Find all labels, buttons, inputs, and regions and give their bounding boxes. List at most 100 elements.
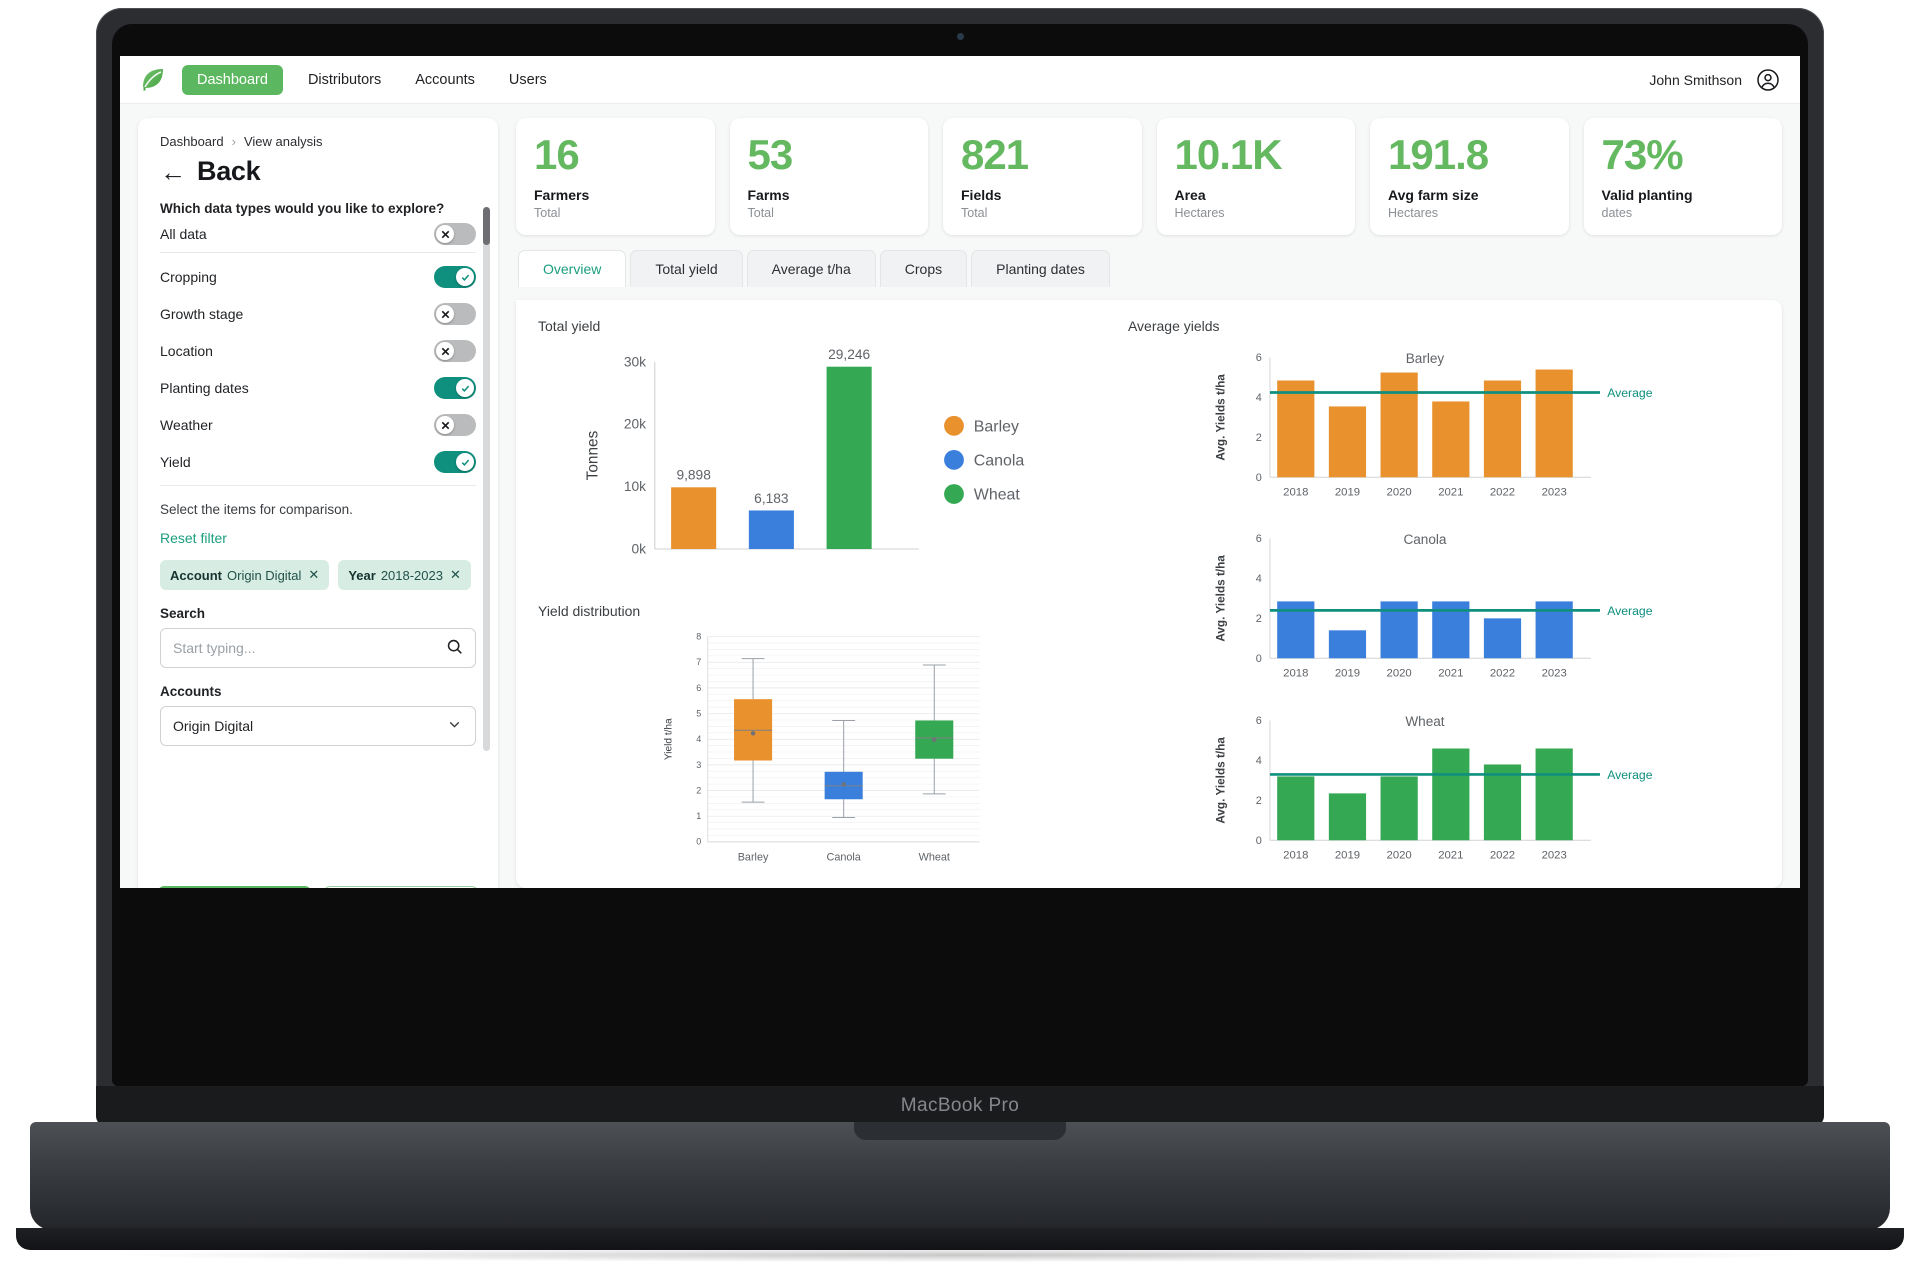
nav-item-distributors[interactable]: Distributors [291,65,398,95]
kpi-label: Farms [747,187,790,203]
comparison-hint: Select the items for comparison. [160,502,353,517]
svg-text:6: 6 [1256,534,1262,546]
data-type-label: Cropping [160,269,217,285]
top-navigation-bar: Dashboard Distributors Accounts Users Jo… [120,56,1800,104]
kpi-card-valid-planting: 73% Valid planting dates [1583,118,1782,235]
kpi-unit: Hectares [1174,206,1225,220]
svg-text:29,246: 29,246 [828,347,870,362]
svg-text:2018: 2018 [1283,849,1308,861]
svg-text:2020: 2020 [1387,486,1412,498]
svg-text:9,898: 9,898 [676,468,711,483]
laptop-base-notch [854,1122,1066,1140]
kpi-unit: Total [961,206,988,220]
data-type-row-all-data[interactable]: All data [160,223,476,253]
close-icon[interactable]: ✕ [450,567,461,583]
close-icon [436,342,454,360]
data-type-row-yield[interactable]: Yield [160,449,476,475]
kpi-unit: dates [1601,206,1633,220]
back-label: Back [197,156,261,186]
svg-text:4: 4 [1256,392,1262,404]
laptop-shadow [120,1248,1800,1262]
tab-total-yield[interactable]: Total yield [630,250,743,287]
svg-text:Barley: Barley [1406,351,1445,366]
kpi-card-area: 10.1K Area Hectares [1156,118,1355,235]
data-type-row-growth-stage[interactable]: Growth stage [160,301,476,327]
data-type-row-planting-dates[interactable]: Planting dates [160,375,476,401]
total-yield-chart[interactable]: 0k 10k 20k 30k Tonnes 9,898 6,183 29,246 Barley C… [532,340,1112,593]
close-icon[interactable]: ✕ [308,567,319,583]
filter-scrollbar-track[interactable] [483,207,490,751]
yield-distribution-chart[interactable]: 0 1 2 3 4 5 6 7 8 Yield t/ha Barley Canola Wheat [532,625,1112,878]
svg-text:4: 4 [696,734,701,744]
tab-average-tha[interactable]: Average t/ha [746,250,876,287]
tab-crops[interactable]: Crops [879,250,968,287]
svg-text:Average: Average [1607,768,1652,782]
chevron-down-icon[interactable] [446,716,463,736]
toggle-location[interactable] [434,340,476,362]
accounts-label: Accounts [160,684,222,699]
check-icon [456,453,474,471]
leaf-logo-icon[interactable] [140,67,166,93]
svg-text:Wheat: Wheat [974,487,1021,504]
toggle-growth-stage[interactable] [434,303,476,325]
svg-text:Wheat: Wheat [919,852,950,864]
tab-planting-dates[interactable]: Planting dates [971,250,1110,287]
avg-yields-wheat-chart[interactable]: 0 2 4 6 Avg. Yields t/ha Wheat 2018 2019 2020 202… [1122,697,1766,878]
avg-yields-barley-chart[interactable]: 0 2 4 6 Avg. Yields t/ha Barley 2018 2019 2020 20… [1122,334,1766,515]
svg-text:2023: 2023 [1542,849,1567,861]
nav-item-users[interactable]: Users [492,65,564,95]
search-icon[interactable] [446,638,463,658]
filter-chip-account[interactable]: Account Origin Digital ✕ [160,560,330,590]
breadcrumb-current: View analysis [243,134,323,149]
update-analysis-button[interactable]: Update analysis [158,886,311,888]
accounts-value: Origin Digital [173,718,254,734]
svg-text:4: 4 [1256,755,1262,767]
panel-action-buttons: Update analysis Download report [138,886,498,888]
search-input[interactable]: Start typing... [173,640,446,656]
kpi-label: Avg farm size [1388,187,1479,203]
avg-yields-canola-chart[interactable]: 0 2 4 6 Avg. Yields t/ha Canola 2018 2019 2020 20… [1122,515,1766,696]
nav-item-accounts[interactable]: Accounts [398,65,492,95]
svg-text:2021: 2021 [1438,668,1463,680]
kpi-label: Farmers [534,187,590,203]
download-report-button[interactable]: Download report [323,886,478,888]
toggle-weather[interactable] [434,414,476,436]
toggle-planting-dates[interactable] [434,377,476,399]
toggle-yield[interactable] [434,451,476,473]
back-button[interactable]: ← Back [160,156,476,187]
close-icon [436,305,454,323]
svg-text:2: 2 [1256,795,1262,807]
filter-scroll-area[interactable]: Which data types would you like to explo… [138,201,498,757]
search-field[interactable]: Start typing... [160,628,476,668]
kpi-value: 53 [747,131,794,178]
accounts-select[interactable]: Origin Digital [160,706,476,746]
svg-text:2022: 2022 [1490,668,1515,680]
svg-text:2018: 2018 [1283,486,1308,498]
svg-text:0: 0 [1256,835,1262,847]
data-type-row-location[interactable]: Location [160,338,476,364]
filter-chip-year[interactable]: Year 2018-2023 ✕ [338,560,471,590]
svg-text:6: 6 [1256,352,1262,364]
data-type-label: Planting dates [160,380,249,396]
svg-text:Canola: Canola [827,852,862,864]
user-circle-icon[interactable] [1756,68,1780,92]
breadcrumb-root[interactable]: Dashboard [160,134,224,149]
total-yield-title: Total yield [538,318,601,334]
reset-filter-link[interactable]: Reset filter [160,530,227,546]
data-type-row-cropping[interactable]: Cropping [160,264,476,290]
analysis-filter-panel: Dashboard › View analysis ← Back Which d… [138,118,498,888]
toggle-all-data[interactable] [434,223,476,245]
svg-text:2019: 2019 [1335,849,1360,861]
nav-item-dashboard[interactable]: Dashboard [182,64,283,95]
toggle-cropping[interactable] [434,266,476,288]
data-type-label: Yield [160,454,191,470]
data-type-row-weather[interactable]: Weather [160,412,476,438]
section-divider [160,485,476,486]
kpi-label: Area [1174,187,1206,203]
filter-scrollbar-thumb[interactable] [483,207,490,245]
tab-overview[interactable]: Overview [518,250,627,287]
svg-text:5: 5 [696,708,701,718]
kpi-card-farms: 53 Farms Total [729,118,928,235]
app-screen: Dashboard Distributors Accounts Users Jo… [120,56,1800,888]
check-icon [456,268,474,286]
